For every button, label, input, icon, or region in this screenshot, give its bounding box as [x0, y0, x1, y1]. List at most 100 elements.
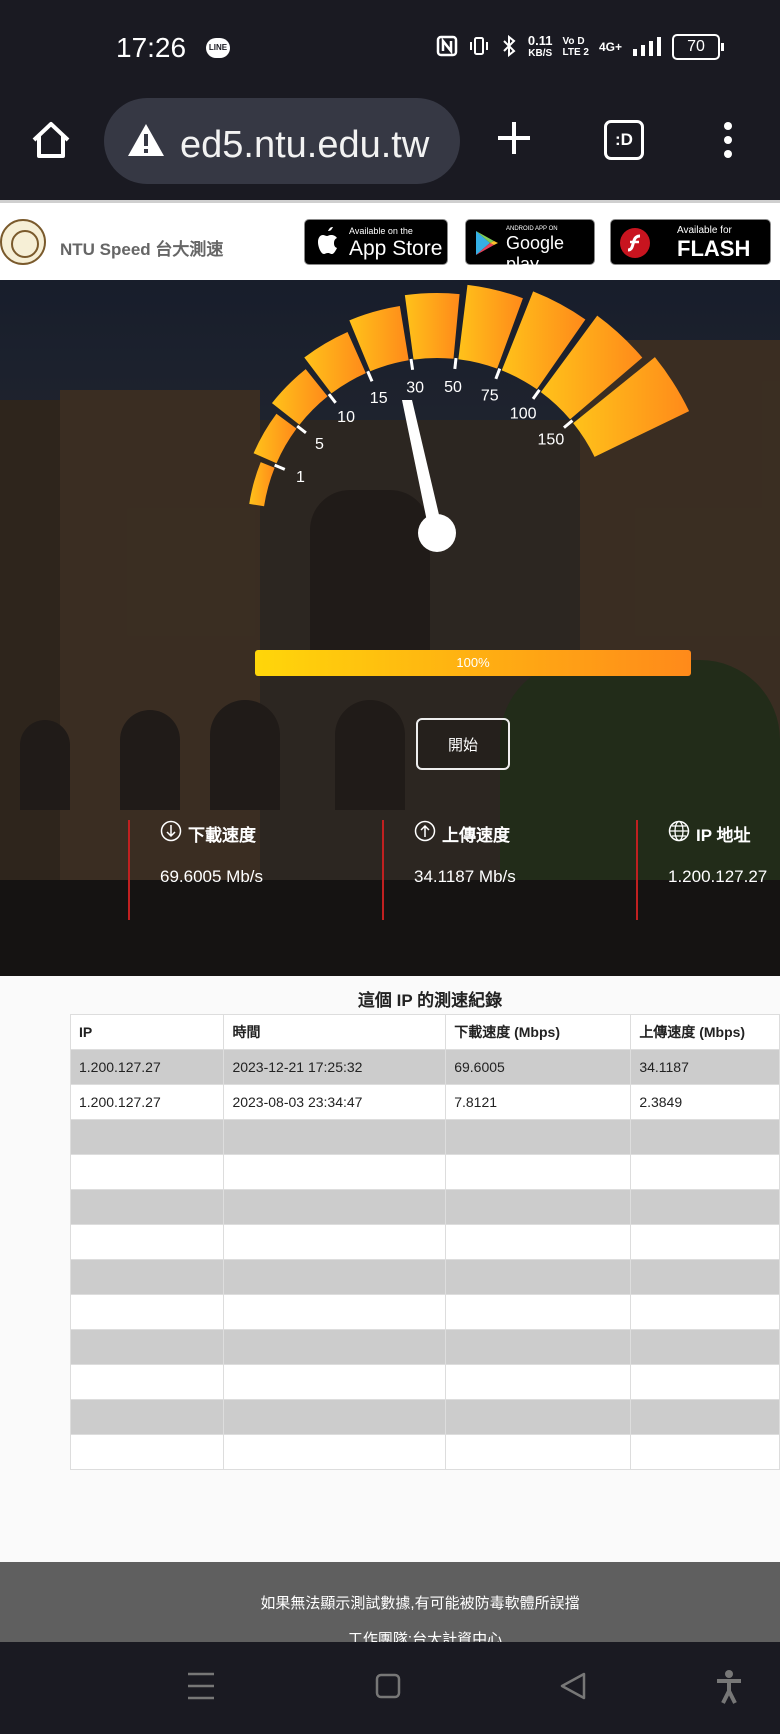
- network-type: 4G+: [598, 40, 622, 54]
- cell-ip: [69, 1119, 225, 1155]
- home-icon[interactable]: [28, 118, 74, 169]
- ip-value: 1.200.127.27: [668, 867, 768, 886]
- gauge-tick: [494, 368, 502, 380]
- cell-time: 2023-08-03 23:34:47: [223, 1084, 447, 1120]
- cell-ip: [69, 1224, 225, 1260]
- gauge-tick-label: 75: [481, 388, 499, 405]
- gauge-segment: [253, 413, 297, 464]
- vibrate-icon: [468, 35, 490, 60]
- ntu-logo[interactable]: [0, 219, 46, 265]
- flash-big: FLASH: [677, 236, 751, 261]
- google-play-badge[interactable]: ANDROID APP ON Google play: [465, 219, 595, 274]
- cell-download: [445, 1294, 632, 1330]
- gauge-segment: [404, 293, 460, 360]
- table-row: [69, 1399, 780, 1435]
- gauge-tick: [409, 358, 415, 371]
- app-store-small: Available on the: [349, 226, 413, 236]
- cell-upload: [630, 1189, 780, 1225]
- download-stat: 下載速度 69.6005 Mb/s: [160, 820, 263, 887]
- warning-icon[interactable]: [126, 122, 166, 163]
- cell-upload: [630, 1259, 780, 1295]
- gauge-tick: [296, 424, 307, 434]
- cell-upload: [630, 1224, 780, 1260]
- table-row: [69, 1364, 780, 1400]
- cell-time: [223, 1154, 447, 1190]
- cell-download: [445, 1224, 632, 1260]
- footer-team: 工作團隊:台大計資中心: [347, 1631, 503, 1642]
- status-bar: 17:26 LINE 0.11 KB/S Vo D LTE 2 4G+ 70: [0, 0, 780, 92]
- upload-icon: [414, 820, 436, 847]
- cell-time: [223, 1294, 447, 1330]
- page-footer: 如果無法顯示測試數據,有可能被防毒軟體所誤擋 工作團隊:台大計資中心: [0, 1562, 780, 1642]
- cell-ip: [69, 1364, 225, 1400]
- gauge-needle-hub: [418, 514, 456, 552]
- gauge-tick-label: 50: [444, 379, 462, 396]
- speedtest-panel: 1 5 10 15 30 50 75 100 150 100% 開始 下載速度 69.6005 …: [0, 280, 780, 976]
- gauge-segment: [271, 369, 328, 425]
- footer-notice: 如果無法顯示測試數據,有可能被防毒軟體所誤擋: [260, 1595, 580, 1612]
- start-button[interactable]: 開始: [416, 718, 510, 770]
- cell-time: 2023-12-21 17:25:32: [223, 1049, 447, 1085]
- cell-ip: [69, 1329, 225, 1365]
- cell-time: [223, 1189, 447, 1225]
- cell-upload: [630, 1434, 780, 1470]
- site-title[interactable]: NTU Speed 台大測速: [60, 235, 223, 260]
- cell-ip: 1.200.127.27: [69, 1049, 225, 1085]
- table-row: [69, 1329, 780, 1365]
- gauge-tick: [366, 370, 374, 382]
- ip-stat: IP 地址 1.200.127.27: [668, 820, 767, 887]
- download-value: 69.6005 Mb/s: [160, 867, 264, 886]
- url-bar[interactable]: ed5.ntu.edu.tw: [104, 98, 460, 184]
- table-row: [69, 1294, 780, 1330]
- cell-download: [445, 1119, 632, 1155]
- cell-download: [445, 1154, 632, 1190]
- cell-upload: 2.3849: [630, 1084, 780, 1120]
- cell-time: [223, 1259, 447, 1295]
- gauge-tick-label: 100: [510, 406, 537, 423]
- download-icon: [160, 820, 182, 847]
- system-nav-bar: [0, 1642, 780, 1734]
- bluetooth-icon: [500, 34, 518, 60]
- cell-upload: 34.1187: [630, 1049, 780, 1085]
- cell-upload: [630, 1294, 780, 1330]
- recents-menu-icon[interactable]: [186, 1670, 216, 1707]
- table-row: [69, 1154, 780, 1190]
- table-row: [69, 1119, 780, 1155]
- apple-icon: [317, 227, 341, 262]
- gauge-tick-label: 15: [370, 390, 388, 407]
- cell-download: 7.8121: [445, 1084, 632, 1120]
- flash-small: Available for: [677, 225, 732, 236]
- home-nav-icon[interactable]: [374, 1670, 402, 1707]
- cell-upload: [630, 1119, 780, 1155]
- cell-upload: [630, 1329, 780, 1365]
- status-icons: 0.11 KB/S Vo D LTE 2 4G+ 70: [436, 34, 724, 60]
- cell-time: [223, 1434, 447, 1470]
- back-nav-icon[interactable]: [558, 1670, 588, 1707]
- new-tab-icon[interactable]: [494, 118, 534, 163]
- table-row: [69, 1189, 780, 1225]
- site-header: NTU Speed 台大測速 Available on the App Stor…: [0, 200, 780, 280]
- speed-records: 這個 IP 的測速紀錄 IP 時間 下載速度 (Mbps) 上傳速度 (Mbps…: [0, 976, 780, 1562]
- col-header-upload: 上傳速度 (Mbps): [630, 1014, 780, 1050]
- cell-download: [445, 1259, 632, 1295]
- more-menu-icon[interactable]: [720, 120, 736, 165]
- table-row: 1.200.127.27 2023-08-03 23:34:47 7.8121 2.3…: [69, 1084, 780, 1120]
- cell-ip: [69, 1434, 225, 1470]
- accessibility-icon[interactable]: [714, 1670, 744, 1709]
- cell-download: [445, 1434, 632, 1470]
- app-store-badge[interactable]: Available on the App Store: [304, 219, 448, 265]
- cell-time: [223, 1399, 447, 1435]
- line-app-icon: LINE: [206, 38, 230, 58]
- cell-download: [445, 1189, 632, 1225]
- cell-time: [223, 1364, 447, 1400]
- google-play-icon: [474, 229, 500, 262]
- battery-icon: 70: [672, 34, 724, 60]
- tab-switcher-button[interactable]: :D: [604, 120, 644, 160]
- cell-download: [445, 1329, 632, 1365]
- flash-badge[interactable]: Available for FLASH: [610, 219, 771, 265]
- ip-label: IP 地址: [696, 826, 751, 845]
- upload-stat: 上傳速度 34.1187 Mb/s: [414, 820, 516, 887]
- cell-download: [445, 1399, 632, 1435]
- cell-time: [223, 1329, 447, 1365]
- url-text[interactable]: ed5.ntu.edu.tw: [180, 124, 429, 167]
